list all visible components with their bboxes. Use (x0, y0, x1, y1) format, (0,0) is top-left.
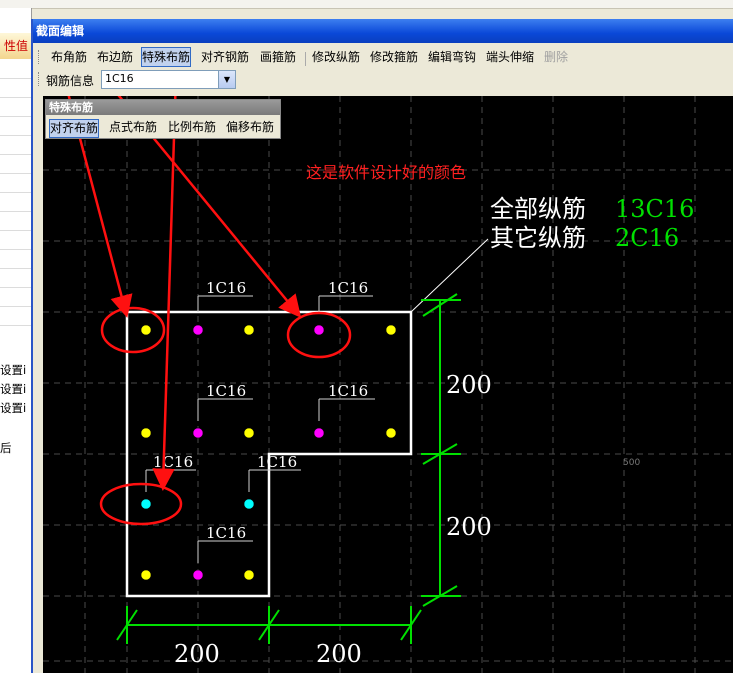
dimension-label: 200 (316, 640, 362, 668)
align-rebar-button[interactable]: 对齐钢筋 (201, 48, 249, 66)
bar-label: 1C16 (257, 453, 297, 471)
edit-hook-button[interactable]: 编辑弯钩 (428, 48, 476, 66)
other-rebar-label: 其它纵筋 (490, 224, 586, 252)
draw-stirrup-button[interactable]: 画箍筋 (260, 48, 296, 66)
property-row[interactable] (0, 154, 31, 155)
property-row[interactable] (0, 173, 31, 174)
corner-rebar[interactable] (243, 324, 255, 336)
dimension-label: 200 (174, 640, 220, 668)
edge-rebar[interactable] (192, 569, 204, 581)
edge-rebar[interactable] (192, 324, 204, 336)
edge-rebar[interactable] (313, 324, 325, 336)
modify-longitudinal-button[interactable]: 修改纵筋 (312, 48, 360, 66)
section-edit-window: 截面编辑 布角筋 布边筋 特殊布筋 对齐钢筋 画箍筋 修改纵筋 修改箍筋 编辑弯… (31, 19, 733, 673)
property-text[interactable]: 设置i (0, 400, 26, 416)
leader-line (410, 238, 489, 313)
edge-rebar[interactable] (192, 427, 204, 439)
corner-rebar[interactable] (385, 324, 397, 336)
corner-rebar[interactable] (140, 569, 152, 581)
cyan-rebar[interactable] (243, 498, 255, 510)
align-layout-button[interactable]: 对齐布筋 (49, 119, 100, 138)
bar-label: 1C16 (206, 524, 246, 542)
dimension-label: 200 (446, 371, 492, 399)
rebar-info-value: 1C16 (105, 72, 134, 85)
special-rebar-panel: 特殊布筋 对齐布筋 点式布筋 比例布筋 偏移布筋 (45, 99, 281, 139)
all-rebar-value: 13C16 (615, 195, 694, 223)
special-panel-title: 特殊布筋 (46, 100, 280, 115)
all-rebar-label: 全部纵筋 (490, 195, 586, 223)
offset-layout-button[interactable]: 偏移布筋 (226, 119, 274, 136)
delete-button[interactable]: 删除 (544, 48, 568, 66)
edge-rebar[interactable] (313, 427, 325, 439)
property-row[interactable] (0, 268, 31, 269)
property-row[interactable] (0, 211, 31, 212)
drawing-canvas[interactable]: 500 1C16 1C16 1C16 1C16 1C16 1C16 1C16 2… (43, 96, 733, 673)
label-underlines (145, 295, 375, 563)
property-row[interactable] (0, 97, 31, 98)
corner-rebar[interactable] (243, 427, 255, 439)
special-rebar-button[interactable]: 特殊布筋 (141, 47, 192, 67)
property-row[interactable] (0, 116, 31, 117)
toolbar-separator (305, 52, 306, 66)
ratio-layout-button[interactable]: 比例布筋 (168, 119, 216, 136)
chevron-down-icon[interactable]: ▼ (218, 71, 235, 88)
bar-label: 1C16 (328, 382, 368, 400)
corner-rebar[interactable] (385, 427, 397, 439)
corner-rebar[interactable] (140, 427, 152, 439)
cyan-rebar[interactable] (140, 498, 152, 510)
point-layout-button[interactable]: 点式布筋 (109, 119, 157, 136)
property-text[interactable]: 后 (0, 440, 12, 456)
bar-label: 1C16 (206, 382, 246, 400)
color-note: 这是软件设计好的颜色 (306, 163, 466, 182)
grid (43, 96, 733, 673)
edge-rebar-button[interactable]: 布边筋 (97, 48, 133, 66)
corner-rebar[interactable] (243, 569, 255, 581)
property-row[interactable] (0, 325, 31, 326)
bar-label: 1C16 (206, 279, 246, 297)
window-title: 截面编辑 (33, 19, 733, 43)
dimension-label: 200 (446, 513, 492, 541)
property-value-header: 性值 (0, 33, 31, 59)
property-row[interactable] (0, 135, 31, 136)
bar-label: 1C16 (328, 279, 368, 297)
bar-label: 1C16 (153, 453, 193, 471)
property-row[interactable] (0, 230, 31, 231)
top-strip (0, 0, 733, 9)
red-highlight-circles (99, 306, 352, 526)
property-row[interactable] (0, 287, 31, 288)
toolbar-grip[interactable] (38, 72, 41, 86)
property-row[interactable] (0, 306, 31, 307)
property-row[interactable] (0, 249, 31, 250)
property-text[interactable]: 设置i (0, 362, 26, 378)
property-text[interactable]: 设置i (0, 381, 26, 397)
coordinate-label: 500 (623, 458, 640, 468)
property-row[interactable] (0, 192, 31, 193)
modify-stirrup-button[interactable]: 修改箍筋 (370, 48, 418, 66)
end-extension-button[interactable]: 端头伸缩 (486, 48, 534, 66)
red-arrows (67, 96, 302, 491)
property-panel: 性值 设置i 设置i 设置i 后 (0, 8, 32, 673)
corner-rebar-button[interactable]: 布角筋 (51, 48, 87, 66)
other-rebar-value: 2C16 (615, 224, 679, 252)
property-row[interactable] (0, 78, 31, 79)
corner-rebar[interactable] (140, 324, 152, 336)
rebar-info-label: 钢筋信息 (46, 74, 95, 88)
rebar-info-select[interactable]: 1C16 ▼ (101, 70, 236, 89)
toolbar: 布角筋 布边筋 特殊布筋 对齐钢筋 画箍筋 修改纵筋 修改箍筋 编辑弯钩 端头伸… (33, 46, 733, 68)
